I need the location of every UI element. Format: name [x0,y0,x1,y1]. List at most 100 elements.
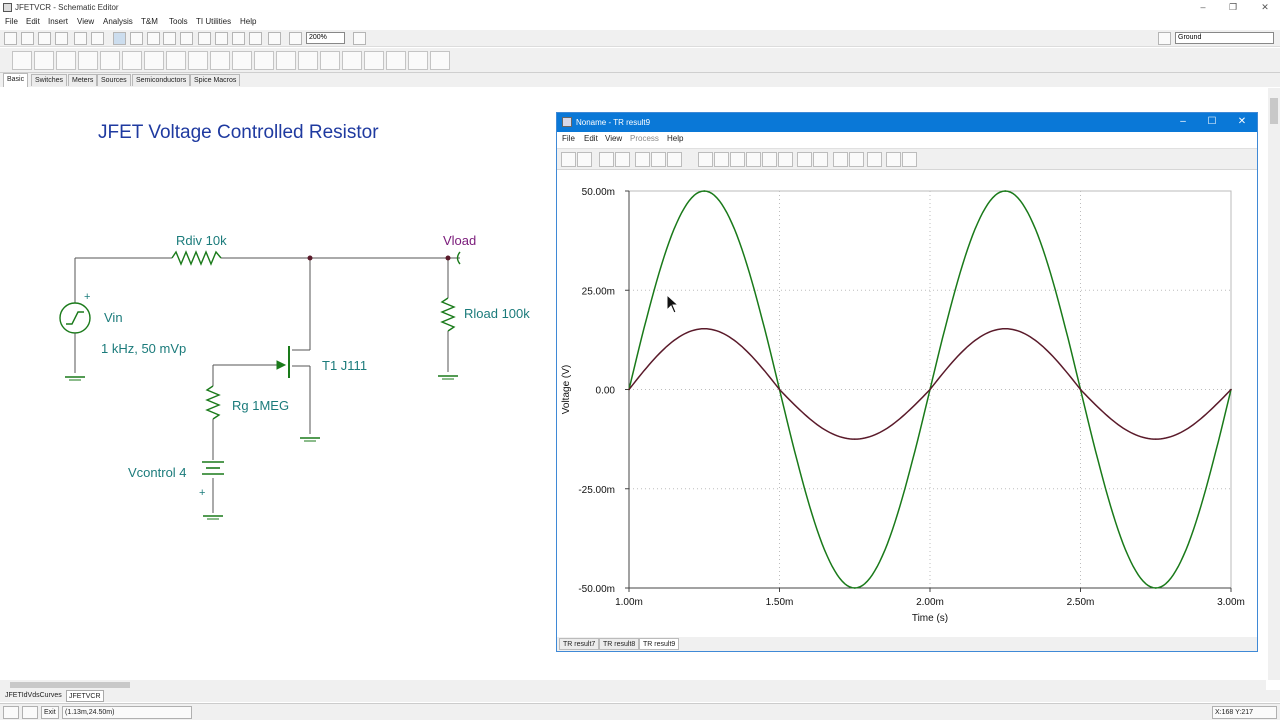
resistor-icon[interactable] [144,51,164,70]
result-paste-icon[interactable] [615,152,630,167]
result-maximize-icon[interactable]: ☐ [1198,115,1226,130]
save-icon[interactable] [38,32,51,45]
open-icon[interactable] [4,32,17,45]
status-icon[interactable] [3,706,19,719]
tab-basic[interactable]: Basic [3,73,29,87]
sine-source-icon[interactable] [122,51,142,70]
voltmeter-icon[interactable] [364,51,384,70]
result-cursor-b-icon[interactable] [813,152,828,167]
tab-meters[interactable]: Meters [68,74,98,86]
menu-help[interactable]: Help [240,17,256,26]
copy-icon[interactable] [74,32,87,45]
delete-icon[interactable] [198,32,211,45]
result-select-icon[interactable] [635,152,650,167]
result-marker2-icon[interactable] [849,152,864,167]
tab-jfetvcr[interactable]: JFETVCR [66,690,104,702]
menu-tools[interactable]: Tools [169,17,188,26]
relay-icon[interactable] [254,51,274,70]
menu-view[interactable]: View [77,17,94,26]
ground-tool-icon[interactable] [1158,32,1171,45]
result-copy-icon[interactable] [599,152,614,167]
result-line2-icon[interactable] [762,152,777,167]
result-menu-edit[interactable]: Edit [584,134,598,143]
result-open-icon[interactable] [561,152,576,167]
horizontal-scroll-thumb[interactable] [10,682,130,688]
tab-semiconductors[interactable]: Semiconductors [132,74,191,86]
grid-icon[interactable] [268,32,281,45]
paste-icon[interactable] [91,32,104,45]
meter-icon[interactable] [408,51,428,70]
open-folder-icon[interactable] [55,32,68,45]
source-icon[interactable] [78,51,98,70]
current-source-icon[interactable] [100,51,120,70]
add-icon[interactable] [249,32,262,45]
menu-file[interactable]: File [5,17,18,26]
close-icon[interactable]: ✕ [1250,0,1280,15]
ground-select[interactable]: Ground [1175,32,1274,44]
waveform-plot[interactable]: 1.00m 1.50m 2.00m 2.50m 3.00m 50.00m 25.00m 0.0… [557,171,1257,636]
wire-icon[interactable] [130,32,143,45]
probe-meter-icon[interactable] [430,51,450,70]
result-circle-icon[interactable] [778,152,793,167]
ground-symbol-icon[interactable] [12,51,32,70]
undo-icon[interactable] [215,32,228,45]
diode-icon[interactable] [298,51,318,70]
select-arrow-icon[interactable] [113,32,126,45]
ammeter-icon[interactable] [386,51,406,70]
result-pen-icon[interactable] [714,152,729,167]
result-cursor-a-icon[interactable] [797,152,812,167]
exit-button[interactable]: Exit [41,706,59,719]
tab-tr-result8[interactable]: TR result8 [599,638,640,650]
globe-icon[interactable] [21,32,34,45]
menu-insert[interactable]: Insert [48,17,68,26]
result-arrows-icon[interactable] [886,152,901,167]
inductor-icon[interactable] [166,51,186,70]
result-line-icon[interactable] [746,152,761,167]
result-step-icon[interactable] [867,152,882,167]
pen-icon[interactable] [147,32,160,45]
vertical-scroll-thumb[interactable] [1270,98,1278,124]
result-text-icon[interactable] [698,152,713,167]
vertical-scrollbar[interactable] [1268,88,1280,680]
tab-jfetidvdscurves[interactable]: JFETIdVdsCurves [3,690,64,702]
cross-icon[interactable] [180,32,193,45]
text-icon[interactable] [163,32,176,45]
menu-ti-utilities[interactable]: TI Utilities [196,17,231,26]
status-icon-2[interactable] [22,706,38,719]
result-close-icon[interactable]: ✕ [1228,115,1256,130]
restore-icon[interactable]: ❐ [1218,0,1248,15]
result-save-icon[interactable] [577,152,592,167]
result-zoom-in-icon[interactable] [651,152,666,167]
menu-tm[interactable]: T&M [141,17,158,26]
result-minimize-icon[interactable]: – [1169,115,1197,130]
result-pen2-icon[interactable] [730,152,745,167]
result-menu-file[interactable]: File [562,134,575,143]
tab-spice-macros[interactable]: Spice Macros [190,74,241,86]
switch-icon[interactable] [276,51,296,70]
zoom-select[interactable]: 200% [306,32,345,44]
tab-switches[interactable]: Switches [31,74,68,86]
horizontal-scrollbar[interactable] [0,680,1266,690]
result-zoom-out-icon[interactable] [667,152,682,167]
result-arrows2-icon[interactable] [902,152,917,167]
coil-icon[interactable] [210,51,230,70]
zoom-icon[interactable] [289,32,302,45]
tab-tr-result9[interactable]: TR result9 [639,638,680,650]
result-menu-help[interactable]: Help [667,134,683,143]
capacitor-icon[interactable] [188,51,208,70]
menu-edit[interactable]: Edit [26,17,40,26]
probe-icon[interactable] [353,32,366,45]
opamp-icon[interactable] [342,51,362,70]
tab-sources[interactable]: Sources [97,74,131,86]
tab-tr-result7[interactable]: TR result7 [559,638,600,650]
transistor-icon[interactable] [320,51,340,70]
minimize-icon[interactable]: – [1188,0,1218,15]
battery-icon[interactable] [34,51,54,70]
transformer-icon[interactable] [232,51,252,70]
menu-analysis[interactable]: Analysis [103,17,133,26]
result-menu-view[interactable]: View [605,134,622,143]
capacitor-ground-icon[interactable] [56,51,76,70]
result-marker-icon[interactable] [833,152,848,167]
result-menu-process[interactable]: Process [630,134,659,143]
redo-icon[interactable] [232,32,245,45]
